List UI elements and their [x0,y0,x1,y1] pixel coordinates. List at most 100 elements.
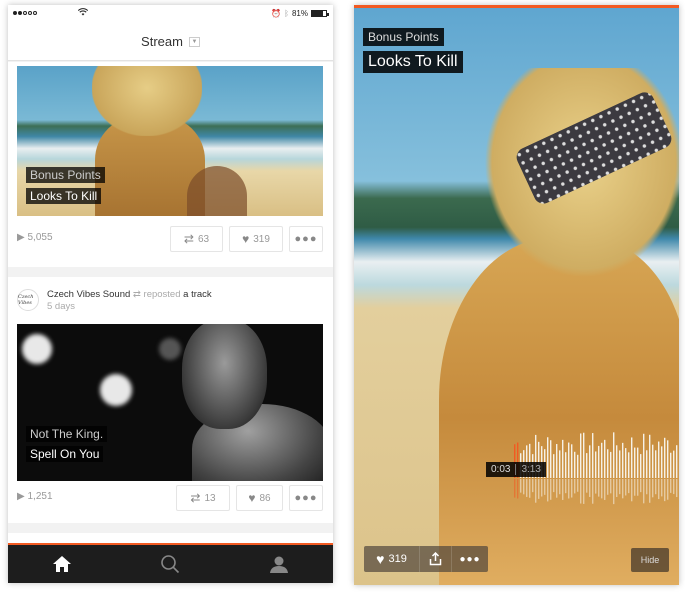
waveform-reflection-bar [610,479,612,494]
track-title-label[interactable]: Looks To Kill [26,188,102,204]
profile-icon [269,556,288,573]
waveform-reflection-bar [619,479,621,495]
battery-percent: 81% [291,9,308,18]
play-count: ▶ 5,055 [17,232,53,243]
reposter-name[interactable]: Czech Vibes Sound [47,289,130,300]
waveform-reflection-bar [526,479,528,497]
waveform-reflection-bar [634,479,636,496]
more-button[interactable]: ●●● [289,485,323,511]
stream-header[interactable]: Stream ▼ [8,23,333,61]
waveform-reflection-bar [631,479,633,502]
waveform-reflection-bar [562,479,564,500]
waveform-bar [643,433,645,478]
waveform-reflection-bar [625,479,627,496]
waveform-reflection-bar [664,479,666,502]
waveform-reflection-bar [670,479,672,493]
track-stats: ▶ 1,251 ⇄ 13 ♥ 86 ●●● [17,485,323,511]
waveform-reflection-bar [607,479,609,495]
track-artwork[interactable]: Not The King. Spell On You [17,324,323,481]
signal-icon [13,11,37,15]
heart-icon: ♥ [376,551,385,567]
waveform-bar [637,447,639,478]
track-user-label[interactable]: Not The King. [26,426,108,442]
track-title-label[interactable]: Spell On You [26,446,104,462]
repost-object: a track [183,289,212,300]
waveform-bar [580,433,582,478]
waveform-bar [550,440,552,478]
status-bar: ⏰ ᛒ 81% [8,5,333,23]
waveform-reflection-bar [571,479,573,498]
tab-home[interactable] [32,546,92,582]
waveform-bar [658,441,660,478]
repost-button[interactable]: ⇄ 13 [176,485,230,511]
waveform-bar [649,434,651,478]
waveform-bar [631,437,633,478]
track-artwork[interactable]: Bonus Points Looks To Kill [17,66,323,216]
waveform-reflection-bar [628,479,630,494]
waveform-bar [586,453,588,478]
avatar[interactable]: Czech Vibes [17,289,39,311]
hide-button[interactable]: Hide [631,548,669,572]
more-button[interactable]: ●●● [289,226,323,252]
caret-down-icon[interactable]: ▼ [188,36,200,47]
repost-age: 5 days [47,301,75,312]
ellipsis-icon: ●●● [294,492,318,504]
waveform-bar [634,447,636,478]
waveform-reflection-bar [649,479,651,503]
waveform-bar [640,454,642,478]
battery-icon [311,10,329,17]
waveform-bar [664,437,666,478]
waveform-reflection-bar [547,479,549,502]
repost-button[interactable]: ⇄ 63 [170,226,223,252]
waveform-reflection-bar [517,479,519,499]
waveform-reflection-bar [565,479,567,494]
track-card: Czech Vibes Czech Vibes Sound ⇄ reposted… [8,277,333,523]
waveform-bar [646,450,648,478]
alarm-icon: ⏰ [271,9,282,18]
tab-profile[interactable] [249,546,309,582]
search-icon [161,555,180,574]
track-user-label[interactable]: Bonus Points [26,167,105,183]
waveform-bar [655,450,657,478]
waveform-reflection-bar [541,479,543,497]
waveform-bar [625,448,627,478]
player-screen[interactable]: Bonus Points Looks To Kill 0:03 3:13 ♥ 3… [354,5,679,585]
waveform-bar [622,442,624,478]
player-controls: ♥ 319 ●●● [364,546,488,572]
share-button[interactable] [420,546,452,572]
like-button[interactable]: ♥ 319 [364,546,420,572]
waveform-reflection-bar [520,479,522,493]
repost-header: Czech Vibes Czech Vibes Sound ⇄ reposted… [17,285,323,315]
waveform-bar [667,440,669,478]
waveform-reflection-bar [637,479,639,496]
waveform-bar [592,433,594,478]
waveform-bar [556,444,558,478]
tab-search[interactable] [140,546,200,582]
waveform-reflection-bar [655,479,657,495]
like-button[interactable]: ♥ 86 [236,485,283,511]
ellipsis-icon: ●●● [459,553,481,565]
stream-feed[interactable]: Bonus Points Looks To Kill ▶ 5,055 ⇄ 63 … [8,62,333,563]
repost-icon: ⇄ [190,491,201,505]
player-title-label[interactable]: Looks To Kill [363,51,463,73]
waveform-bar [676,445,678,478]
waveform-reflection-bar [574,479,576,494]
more-button[interactable]: ●●● [452,546,488,572]
waveform-bar [607,449,609,478]
waveform-reflection-bar [667,479,669,500]
waveform-bar [616,445,618,478]
waveform-reflection-bar [538,479,540,499]
waveform-bar [619,450,621,478]
player-user-label[interactable]: Bonus Points [363,28,444,46]
waveform-reflection-bar [643,479,645,504]
waveform-bar [562,439,564,478]
waveform-reflection-bar [559,479,561,495]
waveform-reflection-bar [595,479,597,494]
waveform-bar [661,446,663,478]
waveform-reflection-bar [553,479,555,493]
like-button[interactable]: ♥ 319 [229,226,283,252]
waveform-bar [610,451,612,478]
play-count: ▶ 1,251 [17,491,53,502]
waveform-reflection-bar [550,479,552,500]
waveform-bar [583,432,585,478]
